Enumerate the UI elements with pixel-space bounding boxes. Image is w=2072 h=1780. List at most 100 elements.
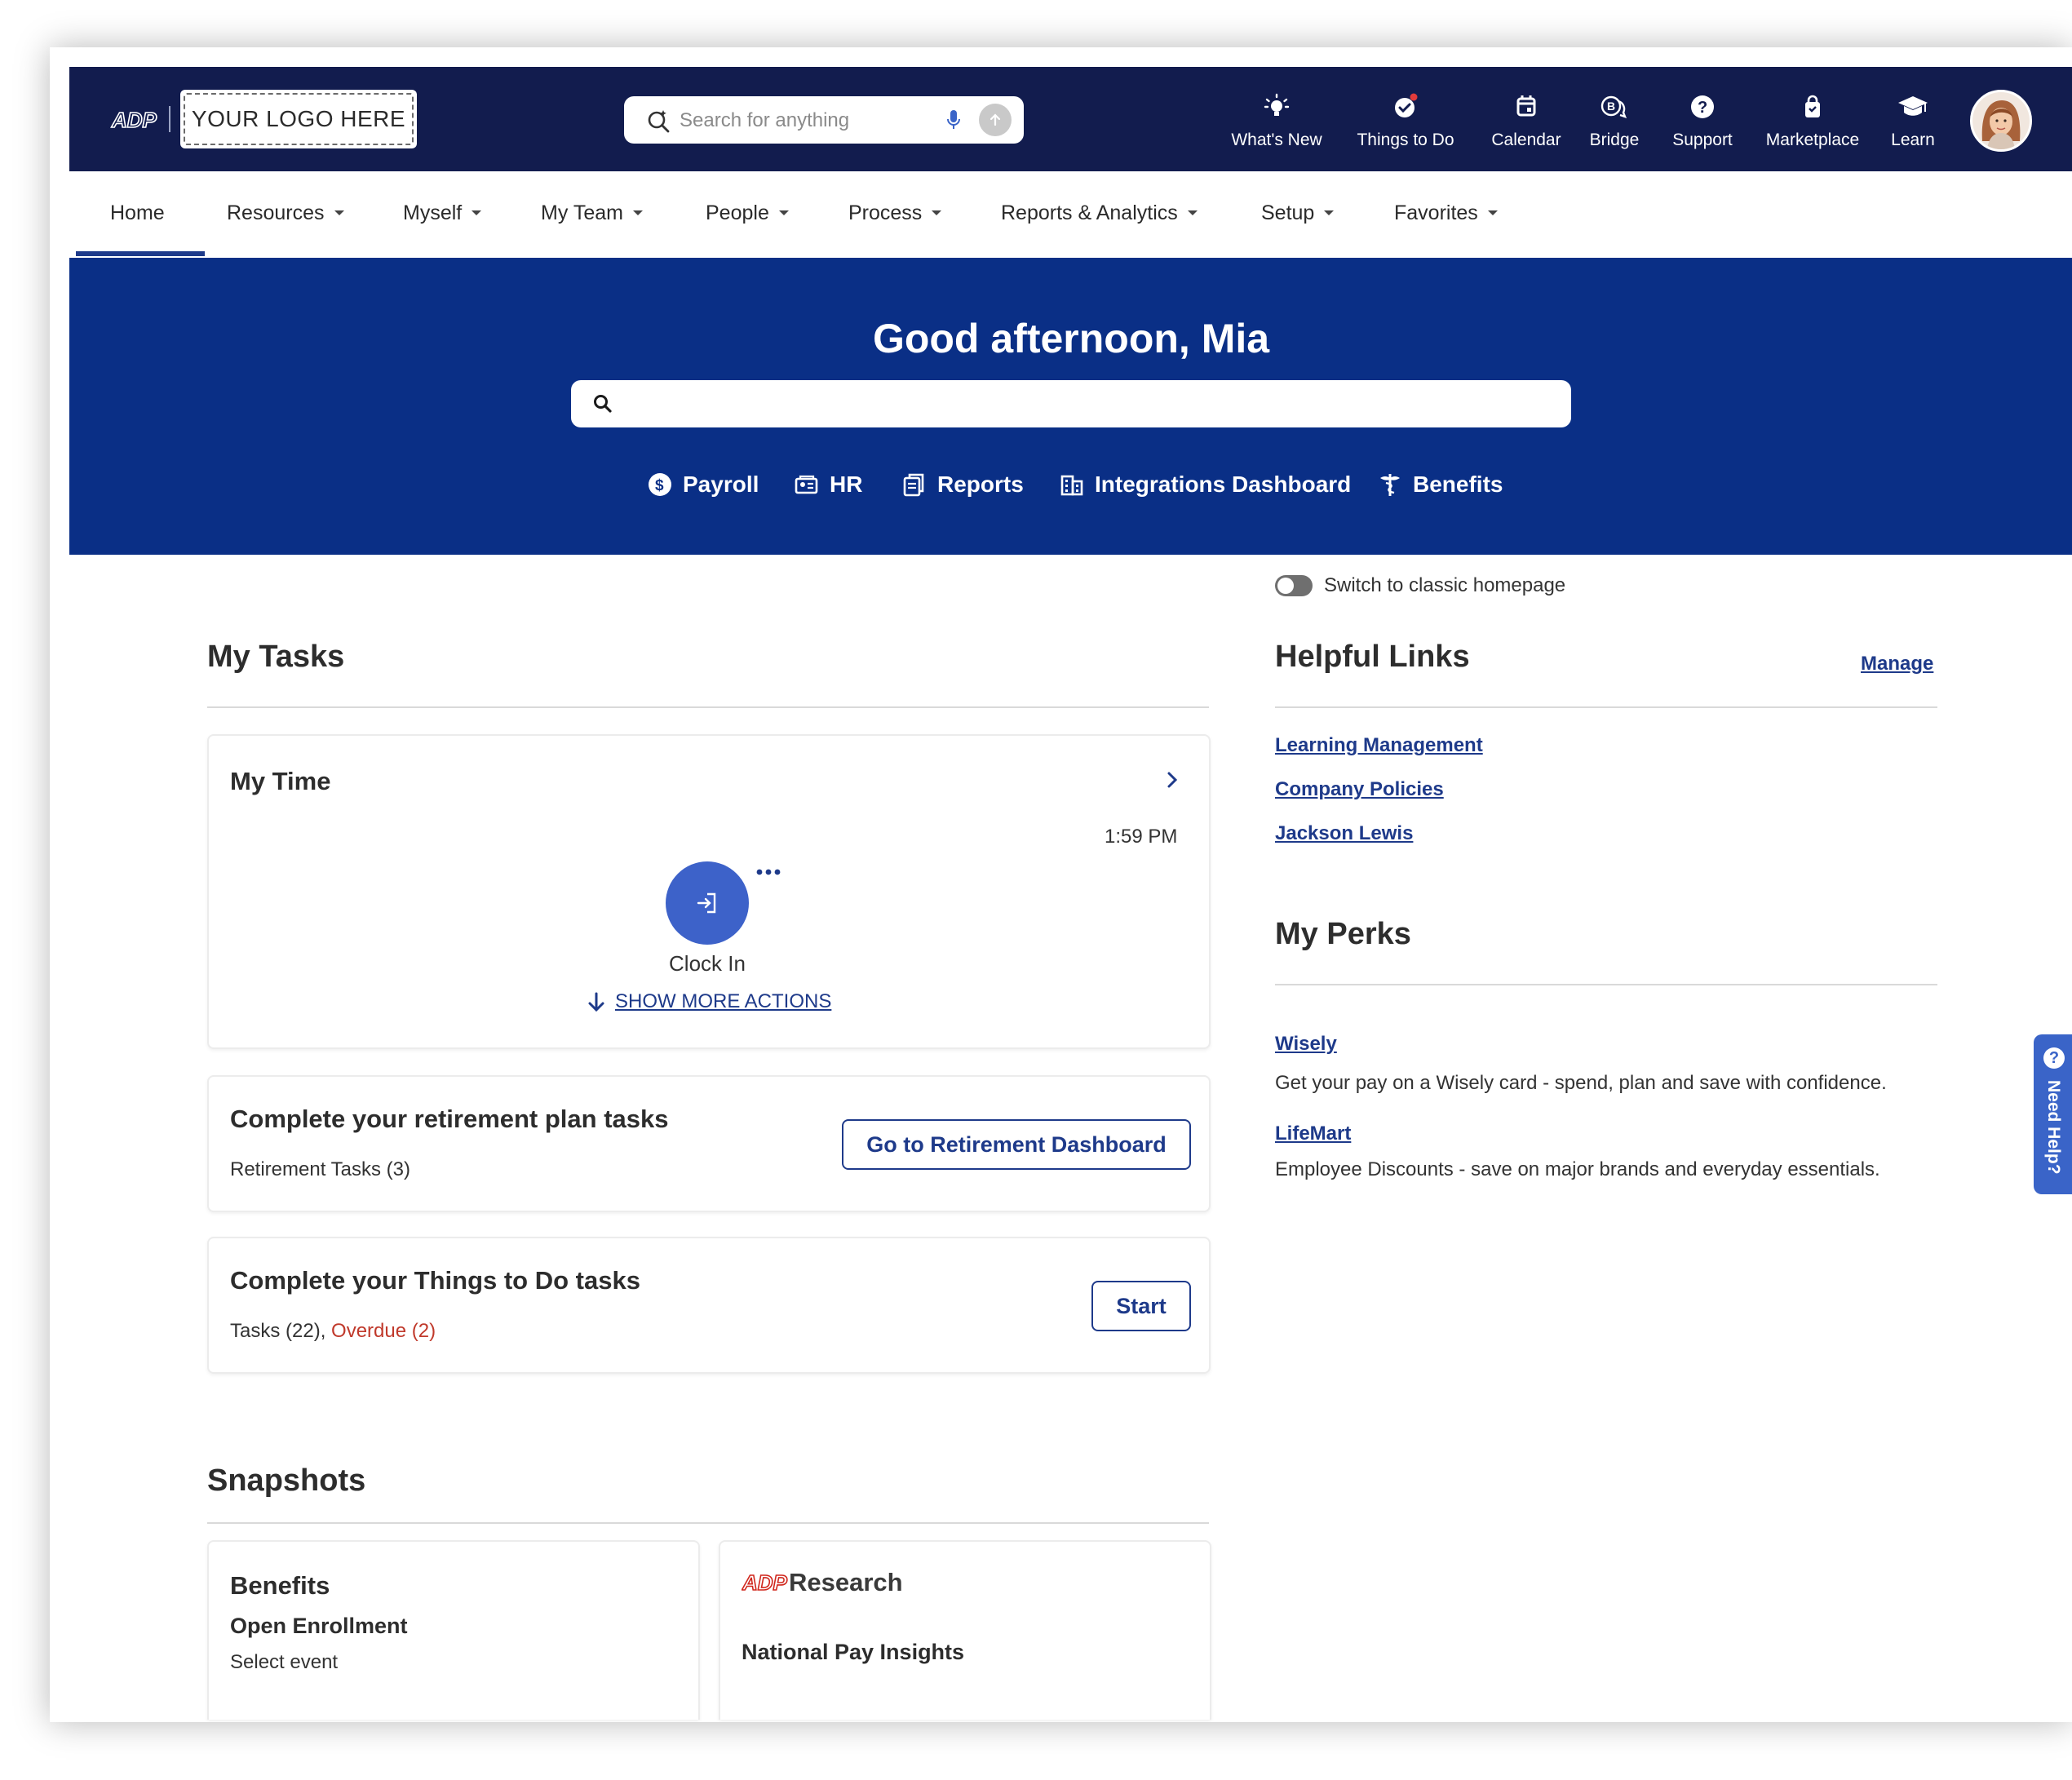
nav-calendar[interactable]: Calendar	[1481, 93, 1572, 150]
toggle-label: Switch to classic homepage	[1324, 574, 1566, 596]
nav-things-to-do-label: Things to Do	[1357, 131, 1454, 149]
nav-reports-analytics[interactable]: Reports & Analytics	[1001, 171, 1198, 255]
nav-marketplace[interactable]: Marketplace	[1751, 93, 1874, 150]
my-tasks-title: My Tasks	[207, 640, 345, 674]
nav-home-label: Home	[110, 201, 165, 224]
retirement-card: Complete your retirement plan tasks Reti…	[207, 1075, 1211, 1212]
nav-learn[interactable]: Learn	[1882, 93, 1944, 150]
perk-wisely-desc: Get your pay on a Wisely card - spend, p…	[1275, 1072, 1887, 1094]
link-company-policies[interactable]: Company Policies	[1275, 778, 1444, 801]
start-button[interactable]: Start	[1091, 1281, 1191, 1331]
nav-whats-new-label: What's New	[1231, 131, 1322, 149]
nav-marketplace-label: Marketplace	[1765, 131, 1860, 149]
microphone-icon[interactable]	[945, 108, 962, 132]
retirement-dashboard-button[interactable]: Go to Retirement Dashboard	[842, 1119, 1191, 1170]
chevron-down-icon	[472, 210, 482, 215]
quick-link-integrations-dashboard[interactable]: Integrations Dashboard	[1059, 468, 1351, 501]
clock-in-label: Clock In	[669, 951, 746, 976]
app-root: ADP YOUR LOGO HERE Search for anything W…	[69, 67, 2072, 1722]
classic-homepage-toggle[interactable]: Switch to classic homepage	[1275, 574, 1565, 597]
id-card-icon	[795, 475, 818, 494]
my-perks-title: My Perks	[1275, 917, 1411, 951]
dollar-circle-icon: $	[649, 473, 671, 496]
my-time-card: My Time 1:59 PM Clock In SHOW MORE ACTIO…	[207, 734, 1211, 1049]
caduceus-icon	[1380, 474, 1400, 496]
clock-in-icon	[697, 892, 716, 914]
nav-myself[interactable]: Myself	[403, 171, 482, 255]
reports-icon	[903, 473, 924, 497]
perk-lifemart-desc: Employee Discounts - save on major brand…	[1275, 1158, 1880, 1180]
benefits-snapshot-title: Benefits	[230, 1571, 330, 1600]
nav-people[interactable]: People	[706, 171, 789, 255]
nav-calendar-label: Calendar	[1491, 131, 1561, 149]
nav-setup[interactable]: Setup	[1261, 171, 1335, 255]
my-perks-divider	[1275, 984, 1937, 985]
quick-link-reports[interactable]: Reports	[901, 468, 1024, 501]
nav-my-team-label: My Team	[541, 201, 623, 224]
quick-link-hr[interactable]: HR	[794, 468, 862, 501]
research-snapshot-card[interactable]: ADP Research National Pay Insights	[719, 1540, 1211, 1720]
search-submit-button[interactable]	[979, 104, 1012, 136]
nav-things-to-do[interactable]: Things to Do	[1350, 93, 1461, 150]
arrow-down-icon	[588, 992, 604, 1012]
global-search[interactable]: Search for anything	[624, 96, 1024, 144]
adp-research-logo: ADP Research	[742, 1568, 903, 1597]
show-more-actions[interactable]: SHOW MORE ACTIONS	[586, 990, 831, 1013]
nav-whats-new[interactable]: What's New	[1228, 93, 1326, 150]
nav-favorites[interactable]: Favorites	[1394, 171, 1498, 255]
user-avatar[interactable]	[1970, 90, 2032, 152]
national-pay-insights-label: National Pay Insights	[742, 1640, 965, 1664]
global-search-placeholder[interactable]: Search for anything	[680, 109, 849, 132]
chevron-right-icon[interactable]	[1165, 768, 1181, 791]
need-help-label: Need Help?	[2044, 1080, 2063, 1175]
quick-link-payroll-label: Payroll	[683, 472, 759, 497]
nav-learn-label: Learn	[1891, 131, 1935, 149]
nav-home[interactable]: Home	[110, 171, 165, 255]
active-tab-indicator	[76, 251, 205, 256]
nav-my-team[interactable]: My Team	[541, 171, 643, 255]
graduation-cap-icon	[1898, 96, 1928, 116]
quick-link-reports-label: Reports	[937, 472, 1024, 497]
retirement-title: Complete your retirement plan tasks	[230, 1105, 669, 1133]
manage-links-button[interactable]: Manage	[1861, 653, 1933, 675]
helpful-links-title: Helpful Links	[1275, 640, 1470, 674]
quick-link-benefits[interactable]: Benefits	[1377, 468, 1503, 501]
adp-research-brand-mark: ADP	[742, 1570, 788, 1596]
benefits-snapshot-card[interactable]: Benefits Open Enrollment Select event	[207, 1540, 700, 1720]
search-icon	[594, 395, 612, 413]
select-event-label[interactable]: Select event	[230, 1651, 338, 1674]
top-bar: ADP YOUR LOGO HERE Search for anything W…	[69, 67, 2072, 171]
hero-search-input[interactable]	[571, 380, 1571, 427]
primary-nav: Home Resources Myself My Team People Pro…	[69, 171, 2072, 258]
quick-link-benefits-label: Benefits	[1413, 472, 1503, 497]
quick-link-integrations-dashboard-label: Integrations Dashboard	[1095, 472, 1352, 497]
clock-in-button[interactable]	[666, 861, 749, 945]
overdue-count[interactable]: Overdue (2)	[331, 1320, 436, 1342]
nav-support[interactable]: ? Support	[1662, 93, 1743, 150]
snapshots-title: Snapshots	[207, 1463, 366, 1498]
need-help-tab[interactable]: ? Need Help?	[2034, 1034, 2072, 1194]
nav-reports-analytics-label: Reports & Analytics	[1001, 201, 1178, 224]
logo-divider	[169, 106, 170, 132]
nav-setup-label: Setup	[1261, 201, 1315, 224]
things-to-do-title: Complete your Things to Do tasks	[230, 1266, 640, 1295]
perk-wisely-link[interactable]: Wisely	[1275, 1033, 1337, 1056]
adp-logo[interactable]: ADP	[110, 108, 159, 132]
toggle-switch[interactable]	[1275, 575, 1313, 596]
link-learning-management[interactable]: Learning Management	[1275, 734, 1483, 757]
greeting-title: Good afternoon, Mia	[872, 316, 1270, 361]
research-title: Research	[789, 1568, 903, 1596]
app-window: ADP YOUR LOGO HERE Search for anything W…	[50, 47, 2072, 1722]
chevron-down-icon	[1487, 210, 1498, 215]
nav-bridge[interactable]: B Bridge	[1582, 93, 1647, 150]
nav-process-label: Process	[848, 201, 923, 224]
chevron-down-icon	[1324, 210, 1335, 215]
company-logo-placeholder: YOUR LOGO HERE	[180, 90, 417, 148]
nav-resources[interactable]: Resources	[227, 171, 344, 255]
link-jackson-lewis[interactable]: Jackson Lewis	[1275, 822, 1413, 845]
nav-process[interactable]: Process	[848, 171, 942, 255]
perk-lifemart-link[interactable]: LifeMart	[1275, 1122, 1351, 1145]
quick-link-payroll[interactable]: $ Payroll	[647, 468, 759, 501]
toggle-knob	[1277, 578, 1294, 594]
more-options-icon[interactable]	[755, 868, 781, 876]
